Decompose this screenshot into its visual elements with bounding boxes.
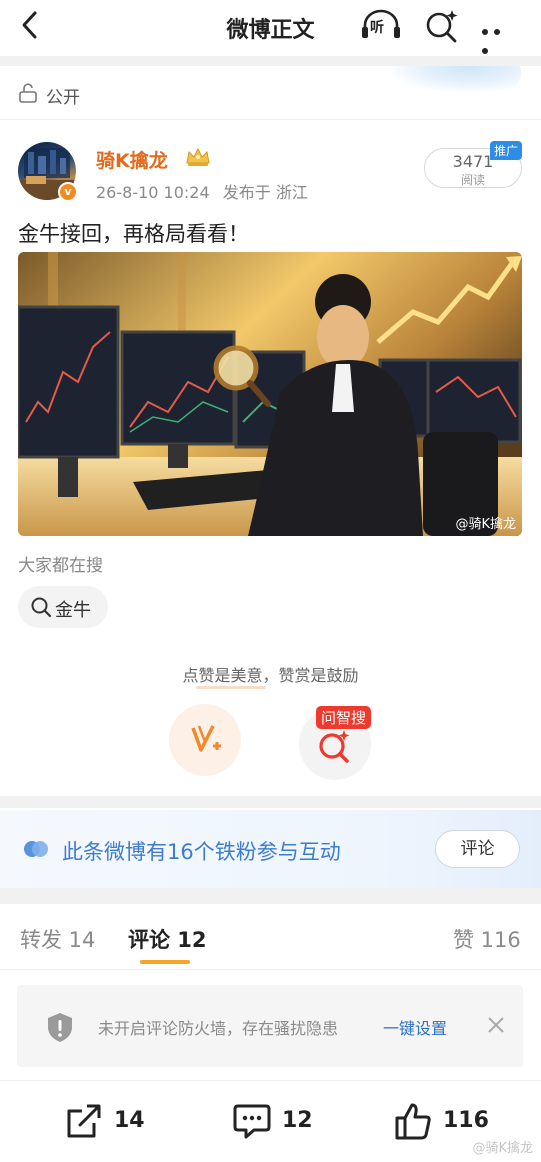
tip-left: 点赞是美意， xyxy=(182,666,279,685)
image-watermark: @骑K擒龙 xyxy=(455,517,516,532)
bottom-watermark: @骑K擒龙 xyxy=(472,1141,533,1156)
comment-firewall-notice: 未开启评论防火墙，存在骚扰隐患 一键设置 xyxy=(17,985,523,1067)
bottom-action-bar: 14 12 116 @骑K擒龙 xyxy=(0,1080,541,1162)
ai-search-icon[interactable] xyxy=(424,8,460,44)
more-icon[interactable] xyxy=(482,20,516,54)
comment-button[interactable]: 12 xyxy=(232,1101,322,1145)
firewall-setup-link[interactable]: 一键设置 xyxy=(383,1015,447,1039)
listen-label: 听 xyxy=(370,20,384,36)
tab-likes[interactable]: 赞 116 xyxy=(453,924,521,954)
post-time: 26-8-10 10:24 xyxy=(96,183,210,202)
post-meta: 26-8-10 10:24 发布于 浙江 xyxy=(96,179,316,203)
reward-tip: 点赞是美意，赞赏是鼓励 xyxy=(0,662,541,686)
tip-underline xyxy=(196,686,266,689)
share-icon xyxy=(67,1104,101,1138)
comment-count: 12 xyxy=(282,1108,313,1133)
active-tab-indicator xyxy=(140,960,190,964)
close-icon[interactable] xyxy=(487,1016,505,1034)
verified-badge: v xyxy=(58,182,78,202)
tab-comments[interactable]: 评论 12 xyxy=(128,924,207,954)
read-label: 阅读 xyxy=(460,173,485,187)
fans-icon xyxy=(24,841,48,857)
shield-icon xyxy=(48,1013,72,1042)
cloud-decoration xyxy=(391,66,521,92)
tip-right: 赞赏是鼓励 xyxy=(278,666,359,685)
trending-chip[interactable]: 金牛 xyxy=(18,586,108,628)
comment-icon xyxy=(233,1104,271,1139)
fans-comment-button[interactable]: 评论 xyxy=(435,830,520,868)
firewall-text: 未开启评论防火墙，存在骚扰隐患 xyxy=(98,1019,339,1038)
top-bar: 微博正文 听 xyxy=(0,0,541,56)
section-divider xyxy=(0,56,541,66)
trader-illustration xyxy=(18,252,522,536)
crown-badge-icon xyxy=(186,147,210,166)
repost-count: 14 xyxy=(114,1108,145,1133)
like-count: 116 xyxy=(443,1108,489,1133)
listen-button[interactable]: 听 xyxy=(360,9,402,41)
author-name[interactable]: 骑K擒龙 xyxy=(96,146,168,173)
visibility-label: 公开 xyxy=(46,88,80,108)
visibility-row: 公开 xyxy=(0,66,541,120)
repost-button[interactable]: 14 xyxy=(64,1101,154,1145)
fans-interaction-bar[interactable]: 此条微博有16个铁粉参与互动 评论 xyxy=(0,810,541,888)
thumbs-up-icon xyxy=(395,1103,431,1140)
fans-text: 此条微博有16个铁粉参与互动 xyxy=(62,840,341,864)
post-location: 发布于 浙江 xyxy=(222,183,308,202)
post-image[interactable]: @骑K擒龙 xyxy=(18,252,522,536)
lock-open-icon xyxy=(19,83,37,103)
section-divider xyxy=(0,796,541,808)
search-icon xyxy=(31,597,52,618)
section-divider xyxy=(0,888,541,904)
ai-ask-tag: 问智搜 xyxy=(316,706,372,729)
reward-button[interactable] xyxy=(169,704,241,776)
interaction-tabs: 转发 14 评论 12 赞 116 xyxy=(0,904,541,970)
promo-tag[interactable]: 推广 xyxy=(490,141,523,160)
reward-icon xyxy=(191,725,221,752)
tab-repost[interactable]: 转发 14 xyxy=(20,924,95,954)
post-text: 金牛接回，再格局看看！ xyxy=(18,222,249,246)
trending-chip-label: 金牛 xyxy=(55,600,91,621)
trending-label: 大家都在搜 xyxy=(18,556,103,576)
